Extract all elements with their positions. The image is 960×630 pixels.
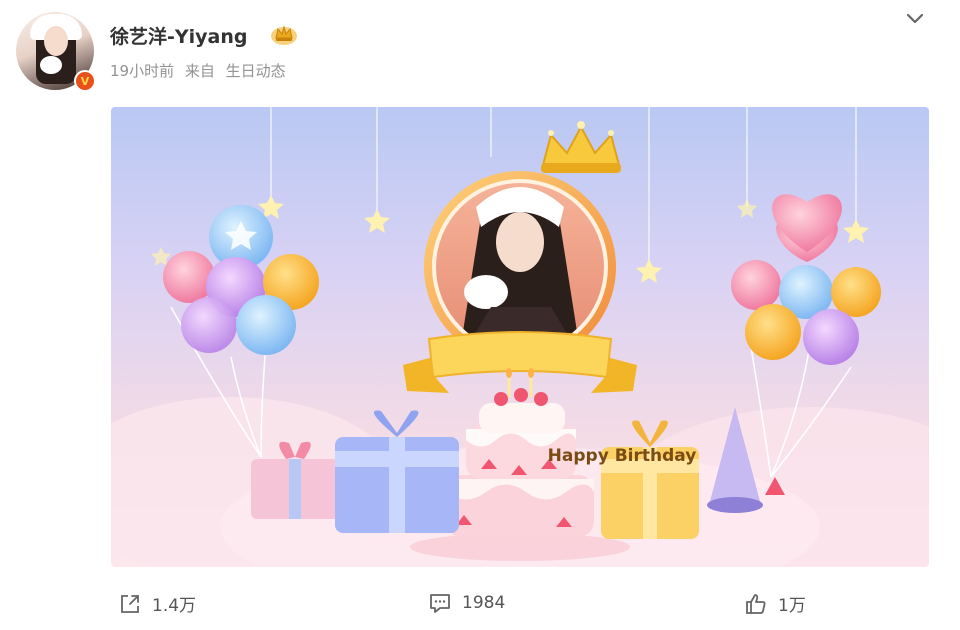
post-meta: 19小时前 来自 生日动态	[110, 60, 292, 81]
like-count: 1万	[778, 596, 806, 616]
action-bar: 1.4万 1984 1万	[0, 585, 960, 625]
comment-button[interactable]: 1984	[428, 591, 505, 615]
share-button[interactable]: 1.4万	[118, 591, 196, 616]
weibo-post: V 徐艺洋-Yiyang 19小时前 来自 生日动态 Happy Birthda…	[0, 0, 960, 630]
crown-badge-icon[interactable]	[270, 22, 298, 46]
like-button[interactable]: 1万	[744, 591, 806, 616]
post-source[interactable]: 生日动态	[226, 62, 286, 80]
comment-count: 1984	[462, 593, 506, 613]
verified-icon: V	[74, 70, 96, 92]
source-prefix: 来自	[184, 62, 215, 80]
crown-decoration	[541, 121, 621, 173]
birthday-illustration	[111, 107, 929, 567]
comment-icon	[430, 594, 450, 613]
chevron-down-icon[interactable]	[904, 10, 926, 28]
avatar[interactable]: V	[16, 12, 96, 92]
share-icon	[121, 594, 139, 613]
like-icon	[746, 593, 766, 614]
post-time[interactable]: 19小时前	[110, 62, 174, 80]
birthday-card-image[interactable]: Happy Birthday	[111, 107, 929, 567]
author-name[interactable]: 徐艺洋-Yiyang	[110, 22, 248, 49]
happy-birthday-banner: Happy Birthday	[547, 446, 697, 466]
share-count: 1.4万	[152, 596, 197, 616]
